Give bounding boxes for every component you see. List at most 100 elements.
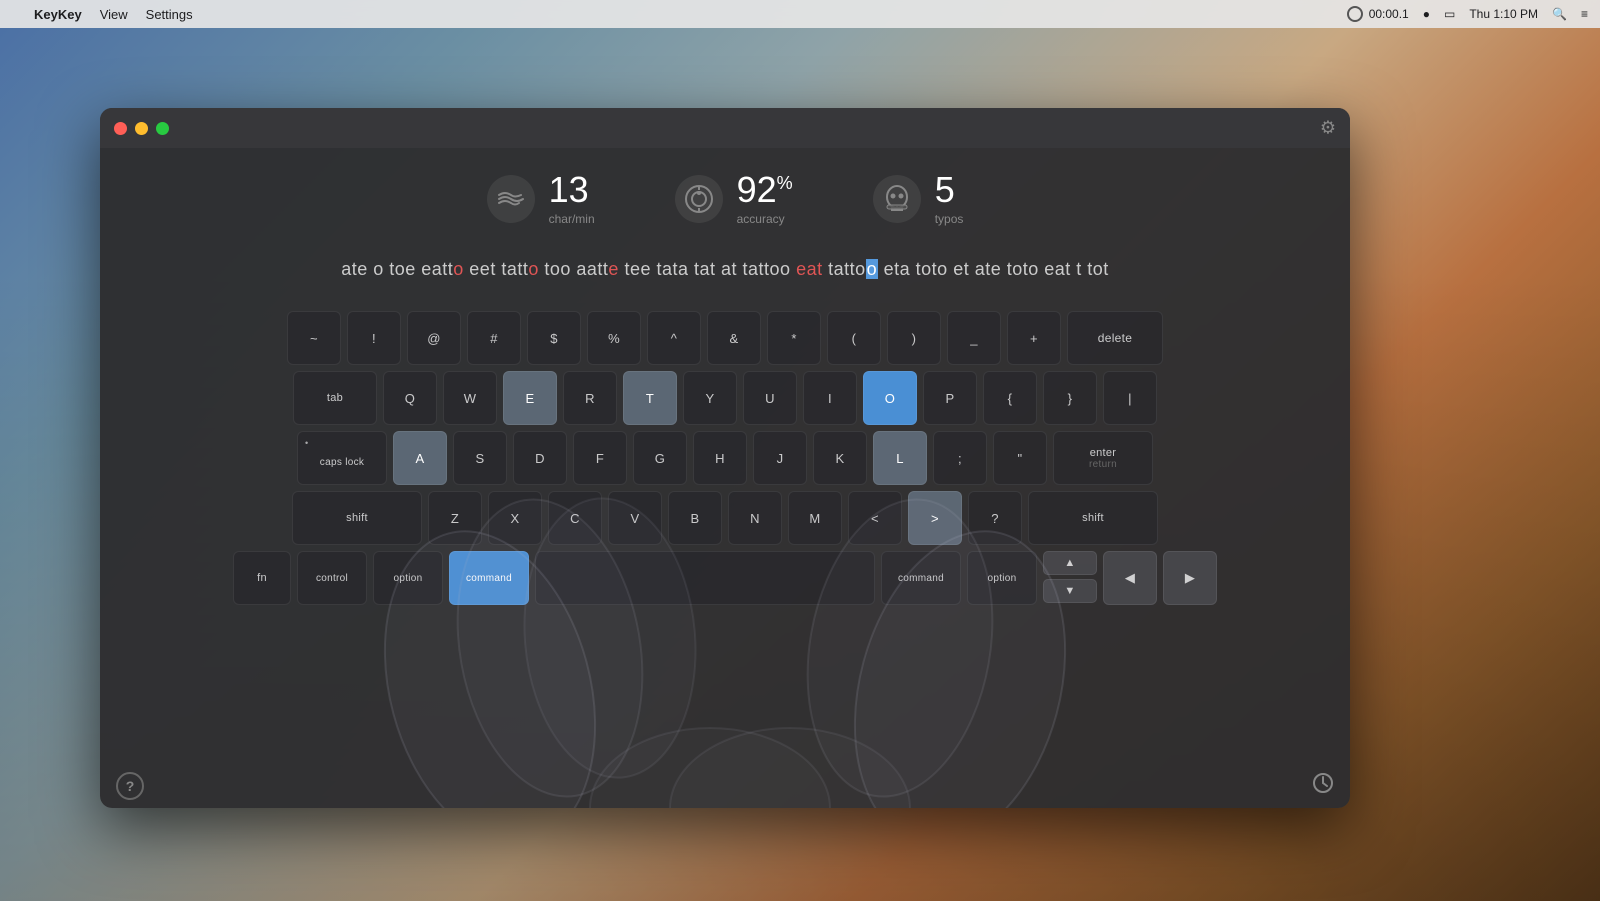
- stat-item-charmin: 13 char/min: [487, 172, 595, 226]
- timer-icon: [1347, 6, 1363, 22]
- key-option-left[interactable]: option: [373, 551, 443, 605]
- key-command-right[interactable]: command: [881, 551, 961, 605]
- key-at[interactable]: @: [407, 311, 461, 365]
- key-capslock[interactable]: • caps lock: [297, 431, 387, 485]
- key-m[interactable]: M: [788, 491, 842, 545]
- key-plus[interactable]: +: [1007, 311, 1061, 365]
- key-k[interactable]: K: [813, 431, 867, 485]
- charmin-value: 13: [549, 172, 595, 208]
- key-x[interactable]: X: [488, 491, 542, 545]
- key-shift-left[interactable]: shift: [292, 491, 422, 545]
- key-g[interactable]: G: [633, 431, 687, 485]
- key-row-numbers: ~ ! @ # $ % ^ & * ( ) _ + delete: [140, 311, 1310, 365]
- key-delete[interactable]: delete: [1067, 311, 1163, 365]
- key-underscore[interactable]: _: [947, 311, 1001, 365]
- app-name-menu[interactable]: KeyKey: [34, 7, 82, 22]
- list-icon[interactable]: ≡: [1581, 7, 1588, 21]
- close-button[interactable]: [114, 122, 127, 135]
- key-w[interactable]: W: [443, 371, 497, 425]
- wind-icon: [487, 175, 535, 223]
- key-percent[interactable]: %: [587, 311, 641, 365]
- key-q[interactable]: Q: [383, 371, 437, 425]
- settings-button[interactable]: ⚙: [1320, 118, 1336, 139]
- keyboard-container: ~ ! @ # $ % ^ & * ( ) _ + delete tab Q W…: [100, 303, 1350, 627]
- help-button[interactable]: ?: [116, 772, 144, 800]
- stat-item-typos: 5 typos: [873, 172, 964, 226]
- traffic-lights: [114, 122, 169, 135]
- key-hash[interactable]: #: [467, 311, 521, 365]
- menu-settings[interactable]: Settings: [146, 7, 193, 22]
- skull-icon: [873, 175, 921, 223]
- key-rbrace[interactable]: }: [1043, 371, 1097, 425]
- accuracy-label: accuracy: [737, 212, 793, 226]
- key-a[interactable]: A: [393, 431, 447, 485]
- key-tab[interactable]: tab: [293, 371, 377, 425]
- stat-item-accuracy: 92% accuracy: [675, 172, 793, 226]
- key-tilde[interactable]: ~: [287, 311, 341, 365]
- key-shift-right[interactable]: shift: [1028, 491, 1158, 545]
- timer-value: 00:00.1: [1369, 7, 1409, 21]
- menu-view[interactable]: View: [100, 7, 128, 22]
- key-rparen[interactable]: ): [887, 311, 941, 365]
- key-arrow-up[interactable]: ▲: [1043, 551, 1097, 575]
- key-arrow-left[interactable]: ◀: [1103, 551, 1157, 605]
- key-s[interactable]: S: [453, 431, 507, 485]
- key-t[interactable]: T: [623, 371, 677, 425]
- key-enter[interactable]: enter return: [1053, 431, 1153, 485]
- key-u[interactable]: U: [743, 371, 797, 425]
- app-window: ⚙ 13 char/min: [100, 108, 1350, 808]
- key-v[interactable]: V: [608, 491, 662, 545]
- key-row-zxcv: shift Z X C V B N M < > ? shift: [140, 491, 1310, 545]
- accuracy-info: 92% accuracy: [737, 172, 793, 226]
- key-row-bottom: fn control option command command option…: [140, 551, 1310, 605]
- key-r[interactable]: R: [563, 371, 617, 425]
- key-o[interactable]: O: [863, 371, 917, 425]
- charmin-label: char/min: [549, 212, 595, 226]
- key-amp[interactable]: &: [707, 311, 761, 365]
- maximize-button[interactable]: [156, 122, 169, 135]
- key-pipe[interactable]: |: [1103, 371, 1157, 425]
- key-lt[interactable]: <: [848, 491, 902, 545]
- clock-button[interactable]: [1312, 772, 1334, 800]
- key-semicolon[interactable]: ;: [933, 431, 987, 485]
- key-dollar[interactable]: $: [527, 311, 581, 365]
- charmin-info: 13 char/min: [549, 172, 595, 226]
- key-y[interactable]: Y: [683, 371, 737, 425]
- key-arrow-right[interactable]: ▶: [1163, 551, 1217, 605]
- key-e[interactable]: E: [503, 371, 557, 425]
- key-fn[interactable]: fn: [233, 551, 291, 605]
- key-gt[interactable]: >: [908, 491, 962, 545]
- key-f[interactable]: F: [573, 431, 627, 485]
- typos-info: 5 typos: [935, 172, 964, 226]
- key-l[interactable]: L: [873, 431, 927, 485]
- key-lparen[interactable]: (: [827, 311, 881, 365]
- text-display: ate o toe eatto eet tatto too aatte tee …: [100, 246, 1350, 303]
- search-icon[interactable]: 🔍: [1552, 7, 1567, 21]
- key-lbrace[interactable]: {: [983, 371, 1037, 425]
- key-command-left[interactable]: command: [449, 551, 529, 605]
- key-n[interactable]: N: [728, 491, 782, 545]
- typos-value: 5: [935, 172, 964, 208]
- key-quote[interactable]: ": [993, 431, 1047, 485]
- key-control[interactable]: control: [297, 551, 367, 605]
- key-z[interactable]: Z: [428, 491, 482, 545]
- key-option-right[interactable]: option: [967, 551, 1037, 605]
- key-question[interactable]: ?: [968, 491, 1022, 545]
- title-bar: ⚙: [100, 108, 1350, 148]
- key-space[interactable]: [535, 551, 875, 605]
- key-j[interactable]: J: [753, 431, 807, 485]
- key-exclaim[interactable]: !: [347, 311, 401, 365]
- key-row-asdf: • caps lock A S D F G H J K L ; " enter …: [140, 431, 1310, 485]
- key-i[interactable]: I: [803, 371, 857, 425]
- key-c[interactable]: C: [548, 491, 602, 545]
- key-b[interactable]: B: [668, 491, 722, 545]
- key-d[interactable]: D: [513, 431, 567, 485]
- menu-bar: KeyKey View Settings 00:00.1 ● ▭ Thu 1:1…: [0, 0, 1600, 28]
- key-star[interactable]: *: [767, 311, 821, 365]
- key-caret[interactable]: ^: [647, 311, 701, 365]
- minimize-button[interactable]: [135, 122, 148, 135]
- key-arrow-down[interactable]: ▼: [1043, 579, 1097, 603]
- key-p[interactable]: P: [923, 371, 977, 425]
- key-h[interactable]: H: [693, 431, 747, 485]
- menu-bar-time: Thu 1:10 PM: [1469, 7, 1538, 21]
